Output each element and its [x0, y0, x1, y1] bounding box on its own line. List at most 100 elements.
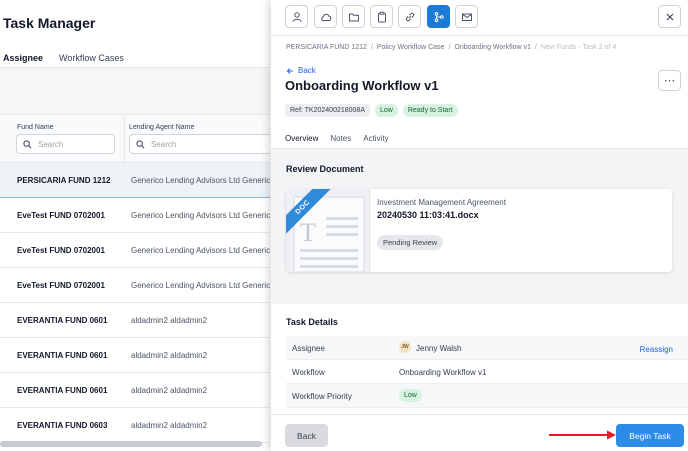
spacer — [0, 68, 270, 114]
more-icon: ⋯ — [664, 75, 675, 87]
table-row[interactable]: EveTest FUND 0702001 Generico Lending Adv… — [0, 268, 270, 303]
detail-row-assignee: Assignee JW Jenny Walsh Reassign — [286, 336, 688, 360]
task-details-table: Assignee JW Jenny Walsh Reassign Workflo… — [286, 336, 688, 408]
arrow-right-icon — [549, 430, 616, 440]
priority-chip: Low — [375, 104, 398, 117]
back-button[interactable]: Back — [285, 424, 328, 447]
back-link-label: Back — [298, 66, 316, 75]
mail-icon — [461, 13, 472, 21]
lending-agent-search-input[interactable]: Search — [129, 134, 270, 154]
arrow-left-icon — [286, 67, 293, 74]
fund-name-cell: EVERANTIA FUND 0603 — [17, 421, 108, 430]
document-file-name: 20240530 11:03:41.docx — [377, 210, 479, 220]
agent-cell: Generico Lending Advisors Ltd Generic — [131, 211, 270, 220]
task-detail-panel: PERSICARIA FUND 1212 / Policy Workflow C… — [271, 0, 688, 451]
clipboard-icon — [377, 11, 386, 23]
breadcrumb: PERSICARIA FUND 1212 / Policy Workflow C… — [286, 44, 616, 51]
cloud-icon — [320, 13, 331, 21]
detail-value: JW Jenny Walsh — [399, 341, 462, 353]
table-row[interactable]: EVERANTIA FUND 0601 aldadmin2 aldadmin2 — [0, 303, 270, 338]
cloud-button[interactable] — [314, 5, 337, 28]
horizontal-scrollbar[interactable] — [0, 441, 262, 447]
column-header-fund-name[interactable]: Fund Name — [17, 124, 54, 131]
document-card[interactable]: T DOC Investment Management Agreement 20… — [286, 189, 672, 272]
breadcrumb-separator: / — [370, 44, 373, 51]
breadcrumb-item[interactable]: Onboarding Workflow v1 — [454, 44, 531, 51]
agent-cell: aldadmin2 aldadmin2 — [131, 316, 208, 325]
column-divider — [124, 115, 125, 163]
reassign-link[interactable]: Reassign — [640, 345, 673, 354]
detail-value: Low — [399, 389, 422, 402]
fund-name-cell: EVERANTIA FUND 0601 — [17, 316, 108, 325]
breadcrumb-separator: / — [448, 44, 451, 51]
svg-text:T: T — [300, 218, 316, 247]
document-status-badge: Pending Review — [377, 235, 444, 250]
detail-key: Workflow — [292, 368, 325, 377]
search-icon — [136, 139, 145, 148]
detail-key: Assignee — [292, 344, 325, 353]
search-placeholder: Search — [38, 139, 64, 149]
workflow-icon — [434, 11, 444, 22]
search-placeholder: Search — [151, 139, 177, 149]
user-icon — [292, 11, 301, 22]
table-row[interactable]: PERSICARIA FUND 1212 Generico Lending Adv… — [0, 163, 270, 198]
priority-badge: Low — [399, 389, 422, 402]
breadcrumb-separator: / — [534, 44, 537, 51]
begin-task-button[interactable]: Begin Task — [616, 424, 684, 447]
folder-icon — [348, 13, 359, 21]
folder-button[interactable] — [342, 5, 365, 28]
column-header-lending-agent[interactable]: Lending Agent Name — [129, 124, 194, 131]
mail-button[interactable] — [455, 5, 478, 28]
avatar: JW — [399, 341, 411, 353]
task-details-heading: Task Details — [286, 317, 338, 327]
agent-cell: aldadmin2 aldadmin2 — [131, 386, 208, 395]
table-row[interactable]: EVERANTIA FUND 0601 aldadmin2 aldadmin2 — [0, 373, 270, 408]
close-icon — [666, 13, 673, 20]
footer-divider — [271, 414, 688, 415]
task-chips: Ref: TK202400218008A Low Ready to Start — [285, 104, 458, 117]
ref-chip: Ref: TK202400218008A — [285, 104, 370, 117]
breadcrumb-current: New Funds - Task 2 of 4 — [540, 44, 617, 51]
detail-value: Onboarding Workflow v1 — [399, 368, 487, 377]
agent-cell: Generico Lending Advisors Ltd Generic — [131, 176, 270, 185]
detail-key: Workflow Priority — [292, 392, 352, 401]
agent-cell: aldadmin2 aldadmin2 — [131, 421, 208, 430]
fund-name-cell: EVERANTIA FUND 0601 — [17, 386, 108, 395]
fund-name-cell: EveTest FUND 0702001 — [17, 211, 105, 220]
close-button[interactable] — [658, 5, 681, 28]
link-icon — [405, 12, 414, 21]
table-row[interactable]: EveTest FUND 0702001 Generico Lending Adv… — [0, 198, 270, 233]
workflow-title: Onboarding Workflow v1 — [285, 78, 439, 93]
table-row[interactable]: EveTest FUND 0702001 Generico Lending Adv… — [0, 233, 270, 268]
detail-row-workflow: Workflow Onboarding Workflow v1 — [286, 360, 688, 384]
fund-name-search-input[interactable]: Search — [16, 134, 115, 154]
agent-cell: aldadmin2 aldadmin2 — [131, 351, 208, 360]
fund-name-cell: EveTest FUND 0702001 — [17, 281, 105, 290]
agent-cell: Generico Lending Advisors Ltd Generic — [131, 246, 270, 255]
search-icon — [23, 139, 32, 148]
page-title: Task Manager — [3, 15, 96, 31]
agent-cell: Generico Lending Advisors Ltd Generic — [131, 281, 270, 290]
user-button[interactable] — [285, 5, 308, 28]
fund-name-cell: EVERANTIA FUND 0601 — [17, 351, 108, 360]
panel-toolbar — [271, 0, 688, 36]
link-button[interactable] — [398, 5, 421, 28]
back-link[interactable]: Back — [286, 66, 316, 75]
table-row[interactable]: EVERANTIA FUND 0603 aldadmin2 aldadmin2 — [0, 408, 270, 443]
breadcrumb-item[interactable]: Policy Workflow Case — [377, 44, 445, 51]
workflow-button[interactable] — [427, 5, 450, 28]
review-document-heading: Review Document — [286, 164, 364, 174]
more-options-button[interactable]: ⋯ — [658, 70, 681, 91]
grid-header: Fund Name Search Lending Agent Name Sear… — [0, 115, 270, 163]
fund-name-cell: PERSICARIA FUND 1212 — [17, 176, 111, 185]
status-chip: Ready to Start — [402, 104, 458, 117]
clipboard-button[interactable] — [370, 5, 393, 28]
task-grid: Fund Name Search Lending Agent Name Sear… — [0, 114, 270, 451]
detail-row-priority: Workflow Priority Low — [286, 384, 688, 408]
document-type-label: Investment Management Agreement — [377, 198, 506, 207]
fund-name-cell: EveTest FUND 0702001 — [17, 246, 105, 255]
assignee-name: Jenny Walsh — [416, 344, 462, 353]
document-thumbnail: T DOC — [286, 189, 371, 272]
table-row[interactable]: EVERANTIA FUND 0601 aldadmin2 aldadmin2 — [0, 338, 270, 373]
breadcrumb-item[interactable]: PERSICARIA FUND 1212 — [286, 44, 367, 51]
